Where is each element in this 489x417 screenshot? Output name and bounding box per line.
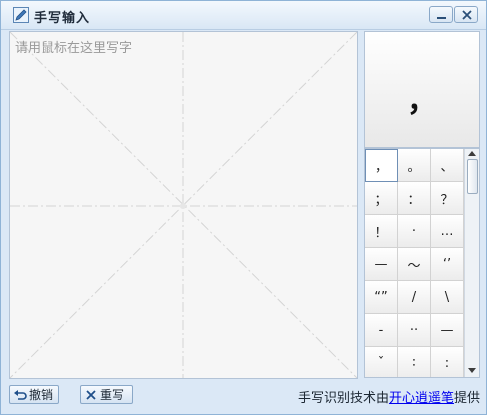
candidate-cell[interactable]: \: [431, 281, 464, 314]
candidate-cell[interactable]: 。: [398, 149, 431, 182]
rewrite-button[interactable]: 重写: [80, 385, 133, 404]
candidate-cell[interactable]: —: [365, 248, 398, 281]
clear-icon: [86, 389, 96, 400]
credit-prefix: 手写识别技术由: [297, 391, 389, 406]
candidate-cell[interactable]: ？: [431, 182, 464, 215]
close-icon: [462, 10, 472, 20]
rewrite-label: 重写: [100, 388, 125, 402]
title-bar[interactable]: 手写输入: [1, 1, 486, 30]
bottom-toolbar: 撤销 重写 手写识别技术由开心逍遥笔提供: [1, 381, 486, 414]
credit-suffix: 提供: [453, 391, 480, 406]
canvas-placeholder: 请用鼠标在这里写字: [15, 41, 133, 56]
credit-text: 手写识别技术由开心逍遥笔提供: [298, 387, 480, 406]
candidate-cell[interactable]: :: [431, 347, 464, 377]
candidate-cell[interactable]: ··: [398, 314, 431, 347]
candidate-cell[interactable]: ∶: [398, 347, 431, 377]
candidate-cell[interactable]: …: [431, 215, 464, 248]
candidate-grid: ，。、 ；：？ ！ ·… — ～ ‘’ “” / \ - ·· — ˇ ∶:: [365, 149, 464, 377]
minimize-button[interactable]: [429, 6, 453, 23]
window-title: 手写输入: [34, 11, 91, 26]
pencil-icon: [13, 7, 29, 23]
candidate-cell[interactable]: ·: [398, 215, 431, 248]
credit-link[interactable]: 开心逍遥笔: [389, 391, 454, 406]
candidate-cell[interactable]: ；: [365, 182, 398, 215]
candidate-cell[interactable]: 、: [431, 149, 464, 182]
candidate-cell[interactable]: ‘’: [431, 248, 464, 281]
candidate-cell[interactable]: ，: [365, 149, 398, 182]
candidate-panel: ，。、 ；：？ ！ ·… — ～ ‘’ “” / \ - ·· — ˇ ∶:: [364, 148, 480, 378]
guide-lines: [10, 32, 357, 378]
scroll-down-icon[interactable]: [468, 368, 476, 373]
close-button[interactable]: [454, 6, 478, 23]
handwriting-window: 手写输入 请用鼠标在这里写字 ， ，。、；：？！ ·… — ～ ‘’ “” / \: [0, 0, 487, 415]
undo-icon: [14, 389, 27, 400]
scroll-up-icon[interactable]: [468, 151, 476, 156]
candidate-cell[interactable]: -: [365, 314, 398, 347]
undo-label: 撤销: [29, 388, 54, 402]
candidate-cell[interactable]: ～: [398, 248, 431, 281]
candidate-cell[interactable]: ！: [365, 215, 398, 248]
candidate-cell[interactable]: ˇ: [365, 347, 398, 377]
candidate-cell[interactable]: “”: [365, 281, 398, 314]
candidate-cell[interactable]: /: [398, 281, 431, 314]
recognized-preview: ，: [364, 31, 480, 148]
scroll-thumb[interactable]: [467, 159, 478, 194]
preview-char: ，: [407, 84, 437, 119]
minimize-icon: [437, 17, 446, 19]
candidate-scrollbar[interactable]: [464, 149, 479, 377]
candidate-cell[interactable]: ：: [398, 182, 431, 215]
undo-button[interactable]: 撤销: [9, 385, 59, 404]
writing-canvas[interactable]: 请用鼠标在这里写字: [9, 31, 358, 379]
candidate-cell[interactable]: —: [431, 314, 464, 347]
